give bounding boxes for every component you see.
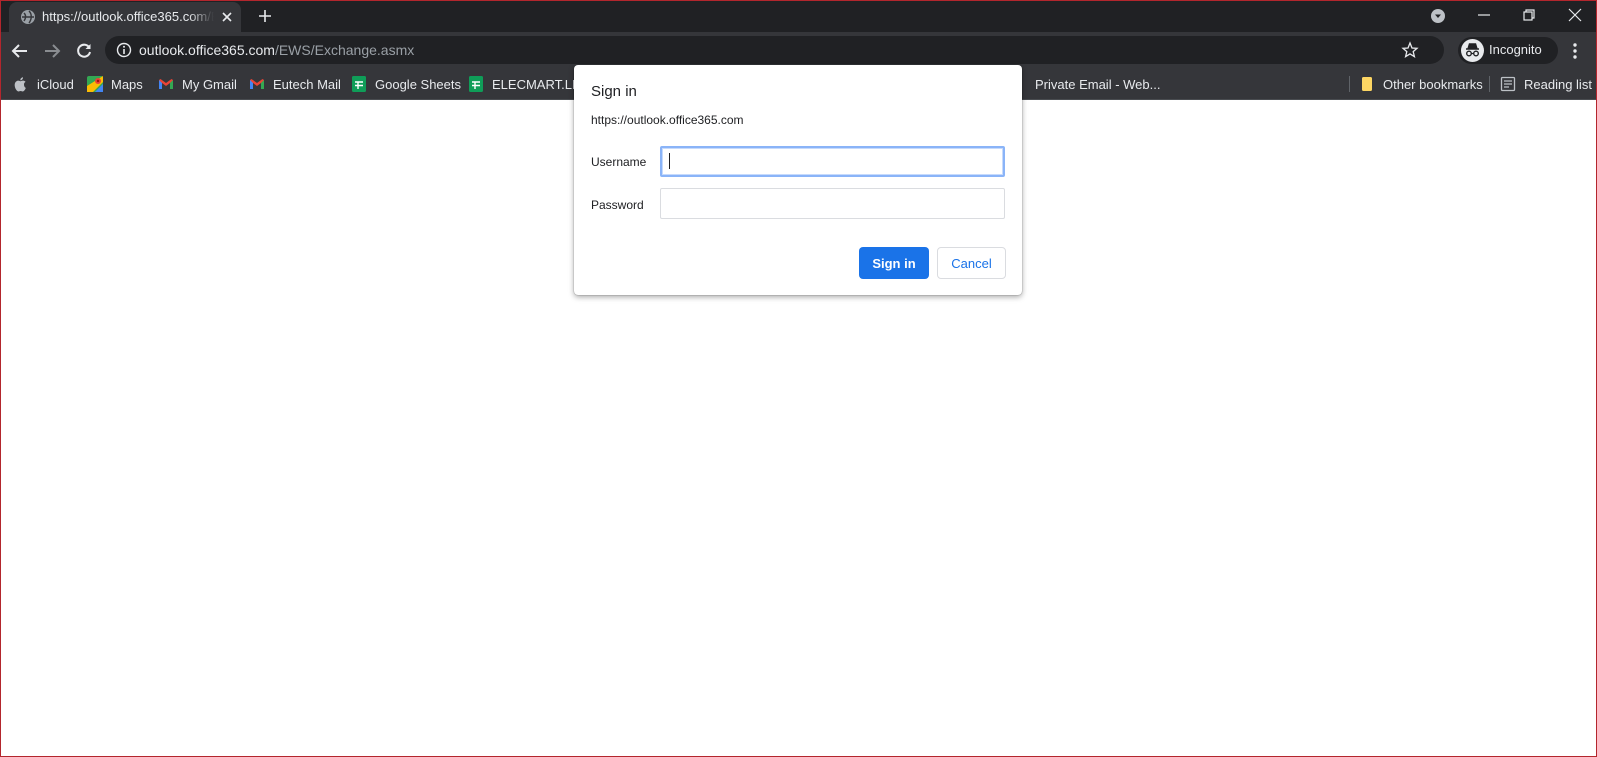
url-text[interactable]: outlook.office365.com/EWS/Exchange.asmx xyxy=(139,42,414,58)
profile-button[interactable]: Incognito xyxy=(1458,37,1558,64)
tab-search-icon[interactable] xyxy=(1430,8,1446,24)
dialog-title: Sign in xyxy=(591,83,637,100)
restore-icon[interactable] xyxy=(1521,7,1537,23)
reload-icon[interactable] xyxy=(75,42,93,60)
other-bookmarks-folder[interactable]: Other bookmarks xyxy=(1359,74,1483,94)
bookmark-my-gmail[interactable]: My Gmail xyxy=(158,74,237,94)
reading-list-button[interactable]: Reading list xyxy=(1500,74,1592,94)
sign-in-button[interactable]: Sign in xyxy=(859,247,929,279)
bookmark-google-sheets[interactable]: Google Sheets xyxy=(351,74,461,94)
url-path: /EWS/Exchange.asmx xyxy=(274,42,415,58)
bookmark-star-icon[interactable] xyxy=(1401,41,1419,59)
gmail-icon xyxy=(250,79,264,89)
close-tab-icon[interactable] xyxy=(220,10,234,24)
apple-icon xyxy=(14,77,26,92)
bookmark-eutech-mail[interactable]: Eutech Mail xyxy=(249,74,341,94)
bookmark-icloud[interactable]: iCloud xyxy=(13,74,74,94)
reading-list-icon xyxy=(1500,76,1516,92)
close-window-icon[interactable] xyxy=(1567,7,1583,23)
globe-icon xyxy=(21,10,35,24)
gmail-icon xyxy=(159,79,173,89)
address-bar[interactable]: outlook.office365.com/EWS/Exchange.asmx xyxy=(105,36,1444,64)
bookmark-label: Maps xyxy=(111,76,143,92)
incognito-icon xyxy=(1461,39,1484,62)
bookmark-separator xyxy=(1349,76,1350,92)
sheets-icon xyxy=(469,76,483,92)
bookmark-maps[interactable]: Maps xyxy=(87,74,143,94)
profile-label: Incognito xyxy=(1489,42,1542,57)
bookmark-label: Google Sheets xyxy=(375,76,462,92)
bookmark-label: Eutech Mail xyxy=(273,76,341,92)
password-label: Password xyxy=(591,198,644,212)
sign-in-dialog: Sign in https://outlook.office365.com Us… xyxy=(574,65,1022,295)
bookmark-label: Reading list xyxy=(1524,76,1592,92)
bookmark-label: My Gmail xyxy=(182,76,237,92)
dialog-origin: https://outlook.office365.com xyxy=(591,113,744,127)
tab-title: https://outlook.office365.com/EWS/Exchan… xyxy=(42,9,214,24)
toolbar: outlook.office365.com/EWS/Exchange.asmx … xyxy=(1,32,1596,69)
new-tab-icon[interactable] xyxy=(257,8,273,24)
site-info-icon[interactable] xyxy=(116,42,132,58)
active-tab[interactable]: https://outlook.office365.com/EWS/Exchan… xyxy=(9,2,241,32)
text-caret xyxy=(669,153,670,169)
more-menu-icon[interactable] xyxy=(1571,42,1579,60)
bookmark-label: Other bookmarks xyxy=(1383,76,1483,92)
tab-strip: https://outlook.office365.com/EWS/Exchan… xyxy=(1,1,1596,32)
maps-icon xyxy=(87,76,103,92)
username-field[interactable] xyxy=(660,146,1005,177)
url-host: outlook.office365.com xyxy=(139,42,275,58)
password-field[interactable] xyxy=(660,188,1005,219)
bookmark-label: iCloud xyxy=(37,76,74,92)
folder-icon xyxy=(1362,77,1372,91)
username-label: Username xyxy=(591,155,647,169)
cancel-button[interactable]: Cancel xyxy=(937,247,1006,279)
forward-arrow-icon[interactable] xyxy=(43,42,61,60)
bookmark-private-email[interactable]: Private Email - Web... xyxy=(1011,74,1160,94)
bookmark-separator xyxy=(1489,76,1490,92)
bookmark-label: Private Email - Web... xyxy=(1035,76,1161,92)
minimize-icon[interactable] xyxy=(1476,7,1492,23)
sheets-icon xyxy=(352,76,366,92)
browser-window: https://outlook.office365.com/EWS/Exchan… xyxy=(0,0,1597,757)
back-arrow-icon[interactable] xyxy=(11,42,29,60)
